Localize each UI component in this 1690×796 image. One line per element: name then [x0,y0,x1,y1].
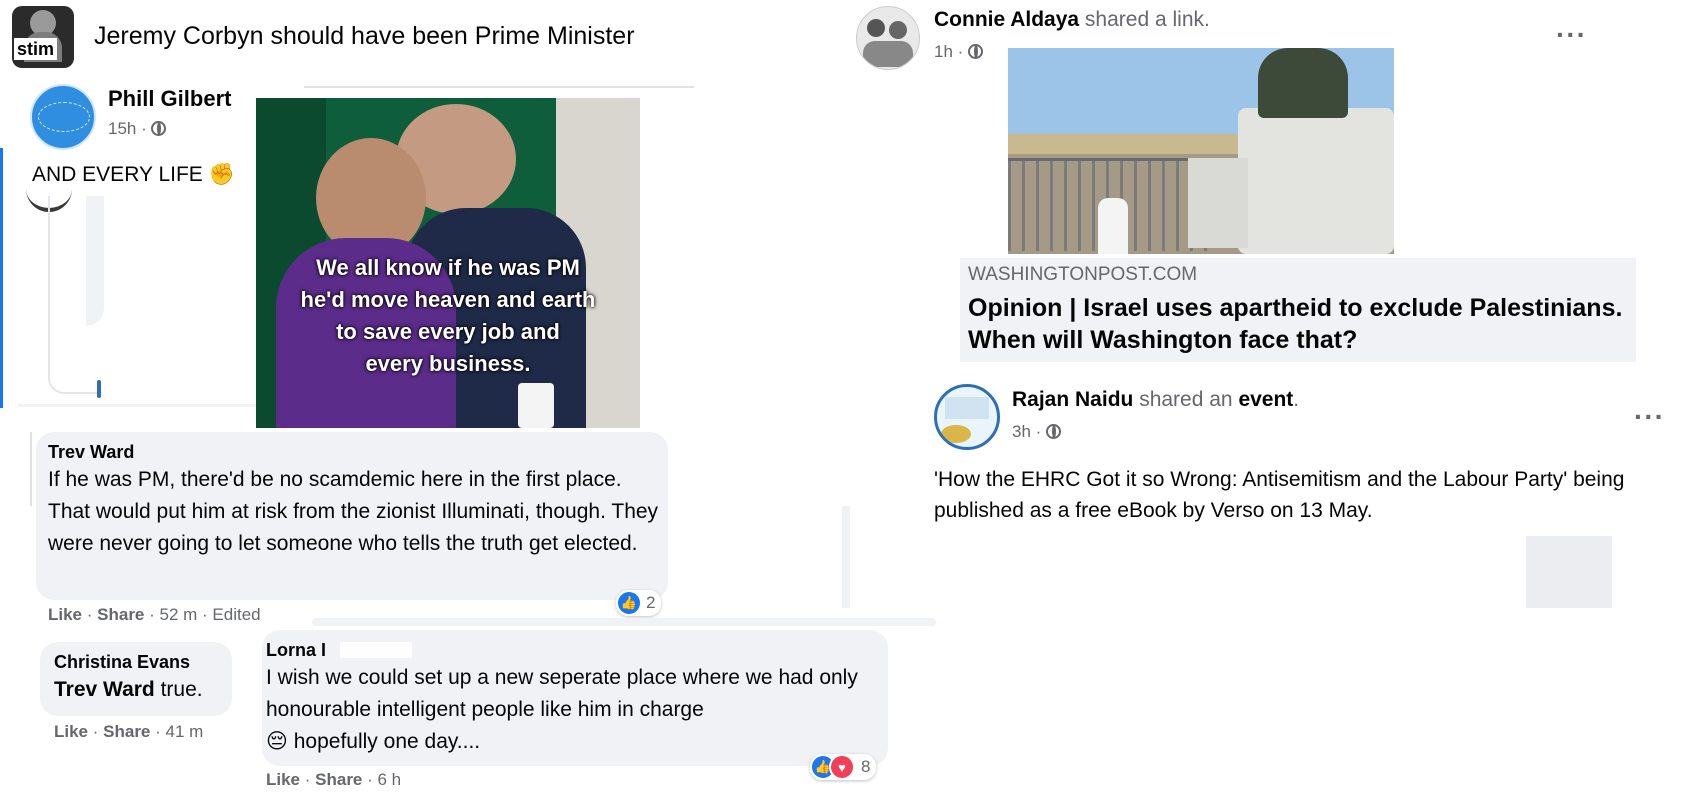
post3-author[interactable]: Rajan Naidu [1012,388,1133,411]
group-title[interactable]: Jeremy Corbyn should have been Prime Min… [94,22,635,51]
comment3-like-link[interactable]: Like [266,770,300,789]
post1-time[interactable]: 15h · [108,119,167,139]
comment1-author[interactable]: Trev Ward [48,442,134,463]
post3-text: 'How the EHRC Got it so Wrong: Antisemit… [934,468,1625,522]
comment3-reactions[interactable]: 👍 ♥ 8 [810,754,877,780]
globe-icon [151,121,167,136]
post2-author[interactable]: Connie Aldaya [934,8,1079,31]
comment1-text: If he was PM, there'd be no scamdemic he… [48,468,659,555]
comment1-like-link[interactable]: Like [48,605,82,624]
comment3-text: I wish we could set up a new seperate pl… [266,666,858,753]
like-reaction-icon: 👍 [618,592,640,614]
comment2-share-link[interactable]: Share [103,722,150,741]
post3-event-link[interactable]: event [1238,388,1293,411]
post1-image-caption: We all know if he was PM he'd move heave… [300,255,596,376]
love-reaction-icon: ♥ [829,754,855,780]
phill-gilbert-avatar[interactable] [30,84,96,150]
comment2-mention[interactable]: Trev Ward [54,678,155,701]
comment3-author[interactable]: Lorna I [266,640,326,661]
fist-emoji-icon: ✊ [208,163,235,186]
comment2-text: Trev Ward true. [54,678,203,701]
post1-author[interactable]: Phill Gilbert [108,86,231,112]
comment3-share-link[interactable]: Share [315,770,362,789]
post2-link-image[interactable] [1008,48,1394,254]
group-avatar-text: stim [14,38,58,60]
sad-emoji-icon: 😔 [266,730,288,753]
post2-link-headline[interactable]: Opinion | Israel uses apartheid to exclu… [968,292,1628,356]
post2-link-domain: WASHINGTONPOST.COM [968,264,1198,285]
rajan-naidu-avatar[interactable] [934,384,1000,450]
post1-text: AND EVERY LIFE ✊ [32,163,235,186]
post1-image[interactable]: We all know if he was PM he'd move heave… [256,98,640,428]
event-thumbnail-placeholder[interactable] [1526,536,1612,608]
post3-more-options-icon[interactable]: ··· [1634,403,1665,431]
comment2-author[interactable]: Christina Evans [54,652,190,673]
post3-time[interactable]: 3h · [1012,422,1062,442]
globe-icon [1046,424,1062,439]
post3-header: Rajan Naidu shared an event. [1012,388,1300,411]
comment1-reactions[interactable]: 👍 2 [616,590,662,616]
comment1-share-link[interactable]: Share [97,605,144,624]
group-avatar[interactable]: stim [12,6,74,68]
comment1-actions: Like · Share · 52 m · Edited [48,605,261,624]
comment2-like-link[interactable]: Like [54,722,88,741]
post2-header: Connie Aldaya shared a link. [934,8,1210,31]
post2-more-options-icon[interactable]: ··· [1556,21,1587,49]
post2-time[interactable]: 1h · [934,42,984,62]
globe-icon [968,44,984,59]
comment3-actions: Like · Share · 6 h [266,770,402,789]
comment2-actions: Like · Share · 41 m [54,722,204,741]
connie-aldaya-avatar[interactable] [856,6,920,70]
